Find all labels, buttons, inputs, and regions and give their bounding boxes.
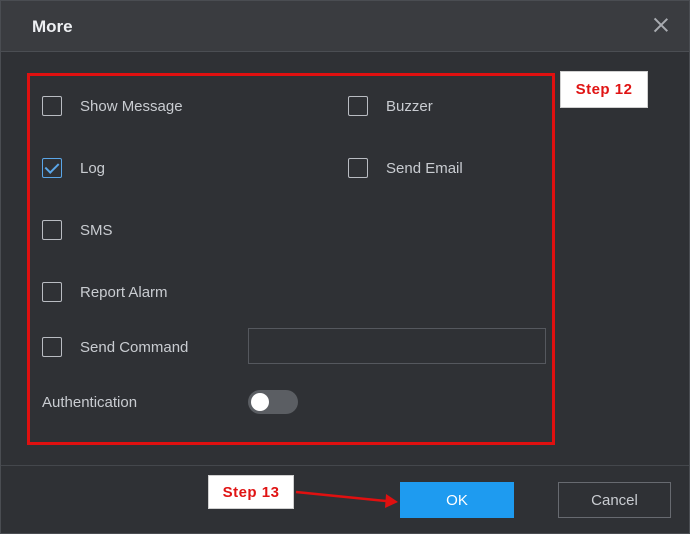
report-alarm-label: Report Alarm — [80, 284, 168, 301]
cancel-button[interactable]: Cancel — [558, 482, 671, 518]
authentication-label: Authentication — [42, 394, 138, 411]
show-message-label: Show Message — [80, 98, 183, 115]
close-icon[interactable] — [651, 15, 671, 35]
buzzer-checkbox[interactable] — [348, 96, 368, 116]
step13-label: Step 13 — [208, 475, 294, 509]
dialog-title: More — [32, 17, 73, 36]
send-command-input[interactable] — [248, 328, 546, 364]
step13-arrow-icon — [295, 490, 398, 508]
report-alarm-checkbox[interactable] — [42, 282, 62, 302]
step12-highlight-box — [27, 73, 555, 445]
toggle-knob — [251, 393, 269, 411]
send-command-checkbox[interactable] — [42, 337, 62, 357]
more-dialog: More Step 12 Show Message Buzzer Log Sen… — [0, 0, 690, 534]
ok-button[interactable]: OK — [400, 482, 514, 518]
log-checkbox[interactable] — [42, 158, 62, 178]
send-command-label: Send Command — [80, 339, 189, 356]
footer-divider — [1, 465, 689, 466]
send-email-label: Send Email — [386, 160, 463, 177]
dialog-titlebar: More — [1, 1, 689, 52]
send-email-checkbox[interactable] — [348, 158, 368, 178]
log-label: Log — [80, 160, 106, 177]
step12-label: Step 12 — [560, 71, 648, 108]
show-message-checkbox[interactable] — [42, 96, 62, 116]
sms-label: SMS — [80, 222, 113, 239]
authentication-toggle[interactable] — [248, 390, 298, 414]
buzzer-label: Buzzer — [386, 98, 433, 115]
sms-checkbox[interactable] — [42, 220, 62, 240]
